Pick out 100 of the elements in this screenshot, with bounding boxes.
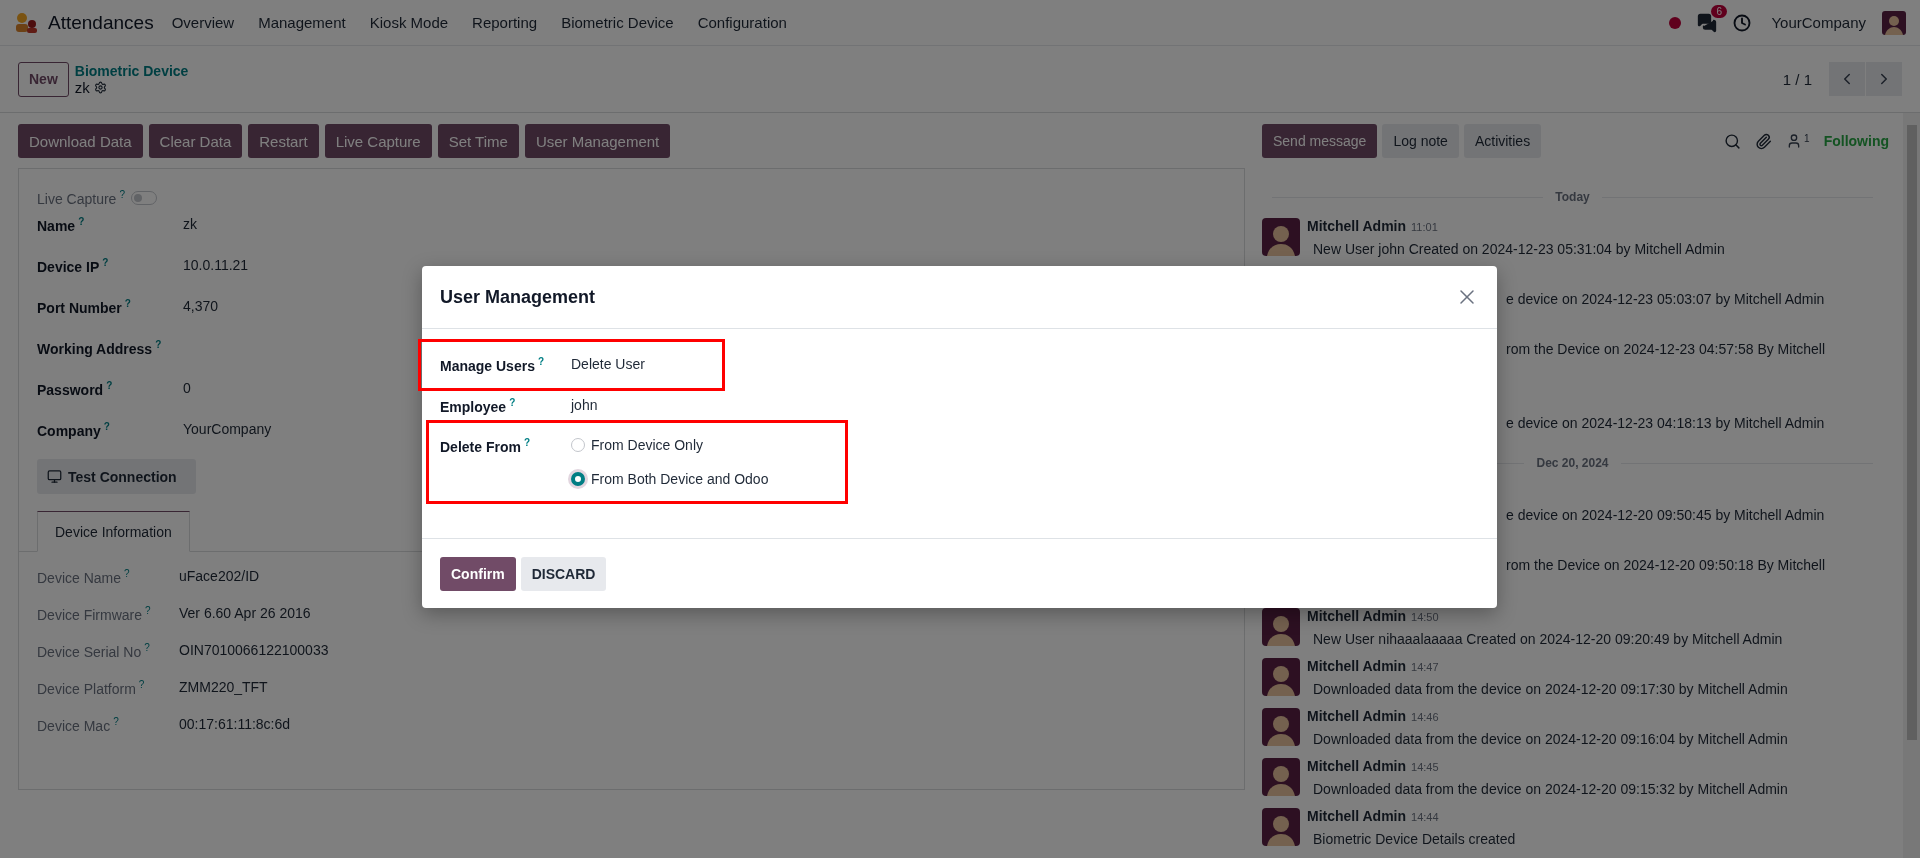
field-label: Live Capture $^{?}$ bbox=[37, 189, 125, 207]
paperclip-icon[interactable] bbox=[1755, 132, 1773, 150]
user-avatar-icon[interactable] bbox=[1882, 10, 1906, 35]
field-value: uFace202/ID bbox=[179, 568, 260, 584]
field-label: Device Serial No $^{?}$ bbox=[37, 642, 151, 660]
following-link[interactable]: Following bbox=[1823, 133, 1889, 149]
followers-button[interactable]: 1 bbox=[1786, 133, 1810, 149]
field-value: zk bbox=[183, 216, 197, 232]
message-author: Mitchell Admin bbox=[1307, 708, 1407, 724]
avatar-icon bbox=[1262, 808, 1300, 846]
monitor-icon bbox=[47, 469, 62, 484]
message-text: e device on 2024-12-23 05:03:07 by Mitchell Admin bbox=[1506, 291, 1825, 307]
message-text: New User nihaaalaaaaa Created on 2024-12-20 09:20:49 by Mitchell Admin bbox=[1313, 631, 1783, 647]
radio-option[interactable]: From Device Only bbox=[571, 437, 769, 454]
chatter-button[interactable]: Activities bbox=[1463, 124, 1542, 158]
toggle-switch[interactable] bbox=[130, 191, 157, 205]
avatar-icon bbox=[1262, 658, 1300, 696]
field-label: Device IP $^{?}$ bbox=[37, 257, 110, 275]
message-author: Mitchell Admin bbox=[1307, 808, 1407, 824]
pager-text: 1 / 1 bbox=[1782, 70, 1812, 88]
new-button[interactable]: New bbox=[18, 61, 69, 97]
action-button[interactable]: User Management bbox=[524, 124, 671, 158]
message-author: Mitchell Admin bbox=[1307, 608, 1407, 624]
field-label: Device Firmware $^{?}$ bbox=[37, 605, 152, 623]
test-connection-button[interactable]: Test Connection bbox=[37, 459, 196, 494]
menu-item[interactable]: Biometric Device bbox=[561, 14, 674, 31]
field-label: Device Mac $^{?}$ bbox=[37, 716, 120, 734]
message-text: Downloaded data from the device on 2024-12-20 09:15:32 by Mitchell Admin bbox=[1313, 781, 1788, 797]
avatar-icon bbox=[1262, 608, 1300, 646]
message-text: rom the Device on 2024-12-20 09:50:18 By Mitchell bbox=[1506, 557, 1826, 573]
message-text: Downloaded data from the device on 2024-12-20 09:17:30 by Mitchell Admin bbox=[1313, 681, 1788, 697]
field-value: Ver 6.60 Apr 26 2016 bbox=[179, 605, 311, 621]
action-button[interactable]: Download Data bbox=[18, 124, 143, 158]
field-label: Company $^{?}$ bbox=[37, 421, 111, 439]
message-author: Mitchell Admin bbox=[1307, 218, 1407, 234]
field-value: ZMM220_TFT bbox=[179, 679, 268, 695]
app-name: Attendances bbox=[48, 11, 154, 34]
action-button[interactable]: Set Time bbox=[437, 124, 519, 158]
breadcrumb-link[interactable]: Biometric Device bbox=[74, 62, 189, 79]
message-author: Mitchell Admin bbox=[1307, 758, 1407, 774]
message-text: rom the Device on 2024-12-23 04:57:58 By Mitchell bbox=[1506, 341, 1826, 357]
message-time: 14:44 bbox=[1411, 811, 1439, 823]
dialog-button[interactable]: Confirm bbox=[440, 556, 516, 591]
field-value: OIN7010066122100033 bbox=[179, 642, 329, 658]
avatar-icon bbox=[1262, 708, 1300, 746]
field-value: 10.0.11.21 bbox=[183, 257, 249, 273]
menu-item[interactable]: Reporting bbox=[472, 14, 538, 31]
field-label: Manage Users $^{?}$ bbox=[440, 356, 546, 374]
message-time: 14:46 bbox=[1411, 711, 1439, 723]
field-label: Port Number $^{?}$ bbox=[37, 298, 132, 316]
message-text: Biometric Device Details created bbox=[1313, 831, 1516, 847]
message-time: 14:45 bbox=[1411, 761, 1439, 773]
field-label: Device Name $^{?}$ bbox=[37, 568, 131, 586]
message-text: New User john Created on 2024-12-23 05:31:04 by Mitchell Admin bbox=[1313, 241, 1725, 257]
record-title: zk bbox=[74, 78, 90, 96]
field-value: 00:17:61:11:8c:6d bbox=[179, 716, 291, 732]
gear-icon[interactable] bbox=[93, 80, 107, 94]
field-label: Employee $^{?}$ bbox=[440, 396, 517, 415]
field-value: YourCompany bbox=[183, 421, 272, 437]
field-value: 0 bbox=[183, 380, 191, 396]
radio-option[interactable]: From Both Device and Odoo bbox=[571, 471, 769, 488]
message-text: e device on 2024-12-23 04:18:13 by Mitchell Admin bbox=[1506, 415, 1825, 431]
field-label: Delete From $^{?}$ bbox=[440, 437, 532, 455]
menu-item[interactable]: Management bbox=[258, 14, 346, 31]
app-logo-icon bbox=[14, 11, 38, 34]
field-label: Working Address $^{?}$ bbox=[37, 339, 163, 357]
message-time: 14:50 bbox=[1411, 611, 1439, 623]
menu-item[interactable]: Kiosk Mode bbox=[369, 14, 449, 31]
field-value: 4,370 bbox=[183, 298, 219, 314]
action-button[interactable]: Restart bbox=[248, 124, 319, 158]
dialog-title: User Management bbox=[440, 286, 596, 308]
company-name[interactable]: YourCompany bbox=[1771, 14, 1866, 31]
action-button[interactable]: Live Capture bbox=[324, 124, 432, 158]
tab[interactable]: Device Information bbox=[37, 511, 190, 552]
message-text: e device on 2024-12-20 09:50:45 by Mitchell Admin bbox=[1506, 507, 1825, 523]
notification-badge: 6 bbox=[1711, 4, 1728, 18]
message-time: 14:47 bbox=[1411, 661, 1439, 673]
field-label: Device Platform $^{?}$ bbox=[37, 679, 146, 697]
status-dot bbox=[1669, 16, 1682, 29]
action-button[interactable]: Clear Data bbox=[148, 124, 243, 158]
field-label: Name $^{?}$ bbox=[37, 216, 86, 234]
clock-icon[interactable] bbox=[1733, 13, 1752, 32]
chat-icon[interactable] bbox=[1697, 12, 1718, 33]
field-value: Delete User bbox=[571, 356, 645, 372]
menu-item[interactable]: Overview bbox=[171, 14, 235, 31]
dialog-button[interactable]: DISCARD bbox=[520, 556, 607, 591]
chatter-button[interactable]: Log note bbox=[1382, 124, 1459, 158]
scrollbar[interactable] bbox=[1903, 113, 1920, 858]
message-time: 11:01 bbox=[1411, 221, 1438, 233]
search-icon[interactable] bbox=[1724, 132, 1742, 150]
chatter-button[interactable]: Send message bbox=[1262, 124, 1378, 158]
field-label: Password $^{?}$ bbox=[37, 380, 114, 398]
avatar-icon bbox=[1262, 218, 1300, 256]
menu-item[interactable]: Configuration bbox=[697, 14, 787, 31]
date-separator: Dec 20, 2024 bbox=[1536, 456, 1609, 470]
field-value: john bbox=[571, 396, 598, 413]
message-author: Mitchell Admin bbox=[1307, 658, 1407, 674]
message-text: Downloaded data from the device on 2024-12-20 09:16:04 by Mitchell Admin bbox=[1313, 731, 1788, 747]
avatar-icon bbox=[1262, 758, 1300, 796]
date-separator: Today bbox=[1555, 190, 1590, 204]
